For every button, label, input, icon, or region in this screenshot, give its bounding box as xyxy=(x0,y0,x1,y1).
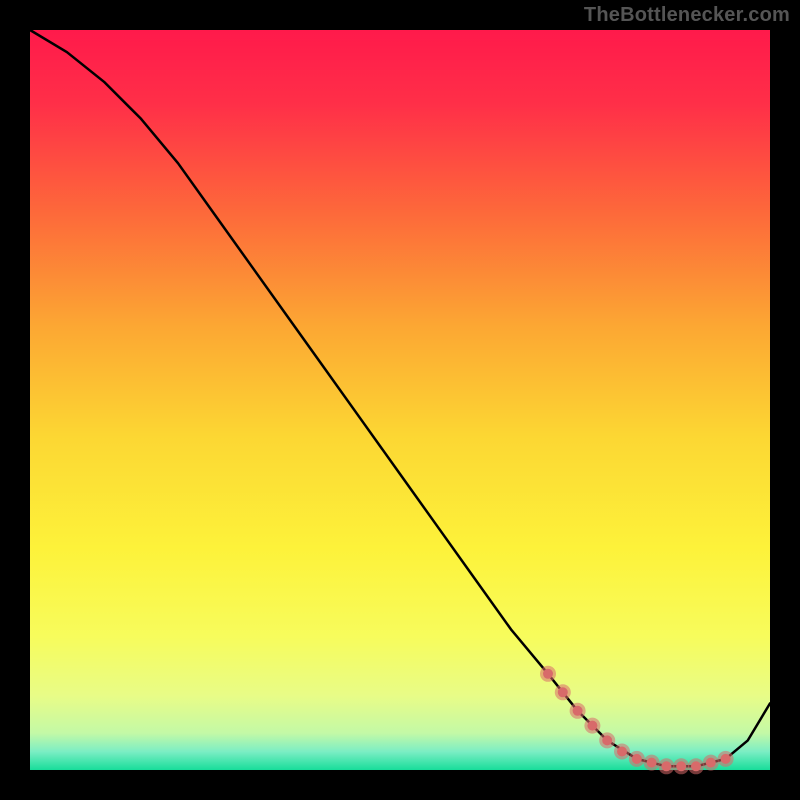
plot-area xyxy=(30,30,770,770)
attribution-text: TheBottlenecker.com xyxy=(584,4,790,27)
marker-dot xyxy=(617,747,627,757)
marker-group xyxy=(540,666,734,775)
curve-layer xyxy=(30,30,770,770)
marker-dot xyxy=(558,687,568,697)
marker-dot xyxy=(647,758,657,768)
bottleneck-curve-line xyxy=(30,30,770,766)
marker-dot xyxy=(676,761,686,771)
marker-dot xyxy=(587,721,597,731)
marker-dot xyxy=(573,706,583,716)
marker-dot xyxy=(632,754,642,764)
marker-dot xyxy=(721,754,731,764)
marker-dot xyxy=(706,758,716,768)
marker-dot xyxy=(661,761,671,771)
marker-dot xyxy=(602,735,612,745)
marker-dot xyxy=(691,761,701,771)
chart-frame: TheBottlenecker.com xyxy=(0,0,800,800)
marker-dot xyxy=(543,669,553,679)
